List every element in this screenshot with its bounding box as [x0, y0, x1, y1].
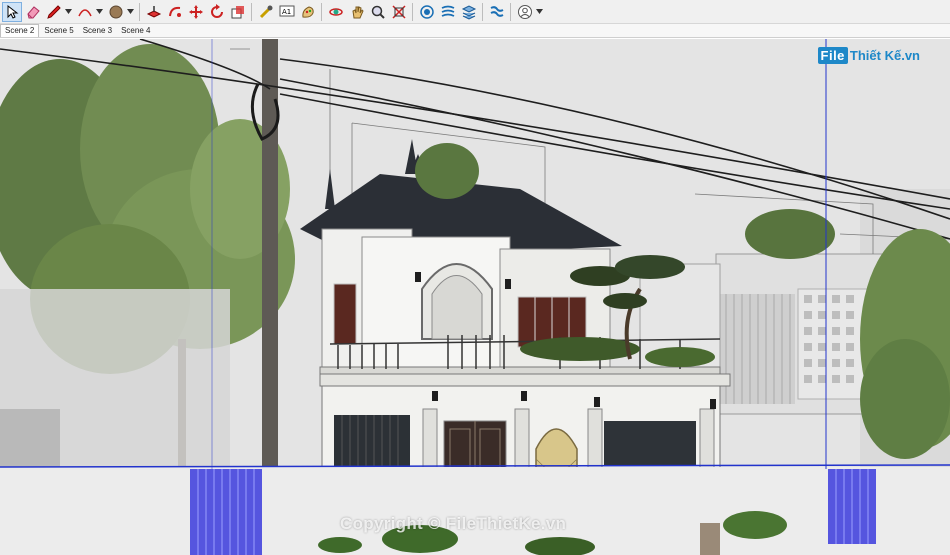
- copyright-watermark: Copyright © FileThietKe.vn: [340, 514, 567, 533]
- pan-icon: [352, 5, 364, 18]
- pencil-icon: [47, 4, 61, 19]
- scene-tabs: Scene 2 Scene 5 Scene 3 Scene 4: [0, 24, 950, 38]
- boundary-wall: [0, 467, 950, 555]
- orbit-icon: [329, 7, 343, 16]
- brand-logo-box: File: [817, 47, 848, 64]
- gate-pillar-base: [700, 523, 720, 555]
- select-icon: [7, 4, 19, 19]
- tape-measure-tool-button[interactable]: [256, 2, 276, 22]
- outliner-icon: [441, 5, 455, 17]
- ground-floor-cornice: [319, 373, 731, 387]
- tab-scene-2[interactable]: Scene 2: [0, 24, 40, 37]
- toolbar-separator: [139, 2, 140, 21]
- scale-icon: [231, 5, 244, 18]
- tab-scene-5[interactable]: Scene 5: [40, 25, 77, 37]
- tab-scene-3[interactable]: Scene 3: [79, 25, 116, 37]
- toolbar-separator: [510, 2, 511, 21]
- paint-bucket-icon: [109, 5, 123, 18]
- rotate-icon: [211, 3, 223, 18]
- paint-icon: [302, 5, 314, 18]
- chevron-down-icon: [536, 9, 543, 14]
- pan-tool-button[interactable]: [347, 2, 367, 22]
- account-button[interactable]: [515, 2, 535, 22]
- brand-logo-text: Thiết Kế.vn: [849, 48, 920, 63]
- account-icon: [518, 4, 532, 19]
- arc-tool-button[interactable]: [75, 2, 95, 22]
- arc-dropdown[interactable]: [96, 2, 103, 22]
- toolbar-separator: [321, 2, 322, 21]
- follow-me-icon: [169, 6, 181, 17]
- tab-scene-4[interactable]: Scene 4: [117, 25, 154, 37]
- left-building-door: [0, 409, 60, 469]
- garage-opening-right: [604, 421, 696, 466]
- push-pull-tool-button[interactable]: [144, 2, 164, 22]
- styles-button[interactable]: [487, 2, 507, 22]
- toolbar-separator: [482, 2, 483, 21]
- paint-bucket-tool-button[interactable]: [106, 2, 126, 22]
- chevron-down-icon: [96, 9, 103, 14]
- scale-tool-button[interactable]: [228, 2, 248, 22]
- toolbar-separator: [251, 2, 252, 21]
- main-toolbar: A1: [0, 0, 950, 24]
- brand-logo: File Thiết Kế.vn: [817, 47, 920, 64]
- styles-icon: [490, 5, 504, 17]
- eraser-tool-button[interactable]: [23, 2, 43, 22]
- rotate-tool-button[interactable]: [207, 2, 227, 22]
- move-tool-button[interactable]: [186, 2, 206, 22]
- model-viewport[interactable]: File Thiết Kế.vn Copyright © FileThietKe…: [0, 39, 950, 555]
- pencil-dropdown[interactable]: [65, 2, 72, 22]
- layers-button[interactable]: [417, 2, 437, 22]
- scene-render: [0, 39, 950, 555]
- upper-arch-inner: [431, 275, 483, 340]
- materials-icon: [461, 4, 477, 20]
- layers-icon: [420, 4, 434, 19]
- paint-bucket-dropdown[interactable]: [127, 2, 134, 22]
- pencil-tool-button[interactable]: [44, 2, 64, 22]
- text-icon: A1: [279, 5, 295, 16]
- eraser-icon: [27, 5, 40, 18]
- zoom-icon: [371, 5, 385, 19]
- select-tool-button[interactable]: [2, 1, 22, 22]
- outliner-button[interactable]: [438, 2, 458, 22]
- paint-tool-button[interactable]: [298, 2, 318, 22]
- tape-measure-icon: [259, 5, 273, 18]
- balcony-plants: [520, 337, 640, 361]
- move-icon: [189, 4, 203, 19]
- toolbar-separator: [412, 2, 413, 21]
- zoom-extents-tool-button[interactable]: [389, 2, 409, 22]
- materials-button[interactable]: [459, 2, 479, 22]
- push-pull-icon: [146, 5, 162, 18]
- upper-window-left: [333, 283, 357, 345]
- text-tool-button[interactable]: A1: [277, 2, 297, 22]
- zoom-extents-icon: [392, 4, 406, 19]
- account-dropdown[interactable]: [536, 2, 543, 22]
- zoom-tool-button[interactable]: [368, 2, 388, 22]
- orbit-tool-button[interactable]: [326, 2, 346, 22]
- chevron-down-icon: [65, 9, 72, 14]
- follow-me-tool-button[interactable]: [165, 2, 185, 22]
- arc-icon: [78, 8, 92, 16]
- svg-text:A1: A1: [282, 8, 291, 16]
- chevron-down-icon: [127, 9, 134, 14]
